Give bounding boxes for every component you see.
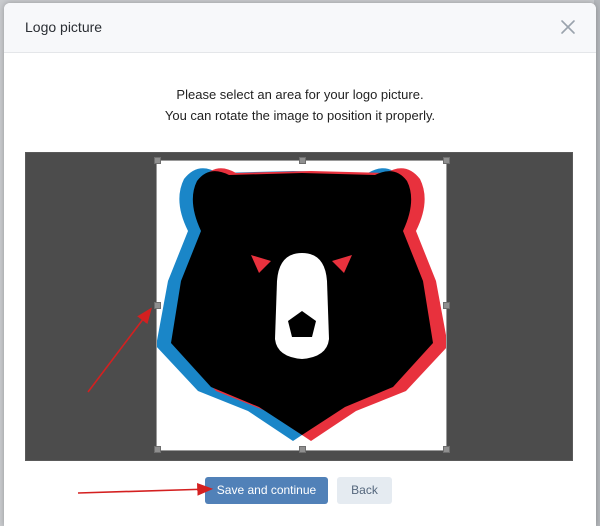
crop-instructions: Please select an area for your logo pict… xyxy=(4,84,596,126)
close-icon[interactable] xyxy=(558,17,578,37)
crop-selection[interactable] xyxy=(156,160,447,451)
instruction-line-1: Please select an area for your logo pict… xyxy=(176,87,424,102)
crop-area[interactable] xyxy=(25,152,573,461)
crop-handle-bottom-center[interactable] xyxy=(299,446,306,453)
crop-handle-bottom-right[interactable] xyxy=(443,446,450,453)
back-button[interactable]: Back xyxy=(337,477,392,504)
bear-logo xyxy=(157,168,446,441)
dialog-header: Logo picture xyxy=(4,3,596,53)
crop-handle-middle-right[interactable] xyxy=(443,302,450,309)
crop-handle-top-right[interactable] xyxy=(443,157,450,164)
crop-handle-top-left[interactable] xyxy=(154,157,161,164)
crop-handle-top-center[interactable] xyxy=(299,157,306,164)
crop-handle-middle-left[interactable] xyxy=(154,302,161,309)
dialog-title: Logo picture xyxy=(25,19,103,35)
save-and-continue-button[interactable]: Save and continue xyxy=(205,477,328,504)
instruction-line-2: You can rotate the image to position it … xyxy=(164,108,436,123)
crop-handle-bottom-left[interactable] xyxy=(154,446,161,453)
logo-picture-dialog: Logo picture Please select an area for y… xyxy=(4,3,596,526)
